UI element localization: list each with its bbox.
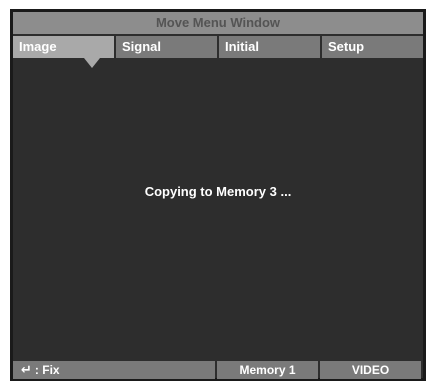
enter-return-icon: ↵ xyxy=(21,362,32,377)
source-indicator: VIDEO xyxy=(320,361,421,379)
menu-content-area: Copying to Memory 3 ... xyxy=(13,58,423,360)
tab-initial[interactable]: Initial xyxy=(219,36,320,58)
window-title: Move Menu Window xyxy=(13,12,423,34)
menu-tabs: Image Signal Initial Setup xyxy=(13,36,423,68)
fix-hint: ↵ : Fix xyxy=(13,361,215,379)
fix-label: : Fix xyxy=(34,363,60,377)
move-menu-window: Move Menu Window Image Signal Initial Se… xyxy=(10,9,426,381)
tab-label: Image xyxy=(19,39,57,54)
tab-label: Initial xyxy=(225,39,259,54)
tab-image[interactable]: Image xyxy=(13,36,114,68)
status-message: Copying to Memory 3 ... xyxy=(144,184,292,199)
tab-setup[interactable]: Setup xyxy=(322,36,423,58)
tab-label: Setup xyxy=(328,39,365,54)
memory-indicator: Memory 1 xyxy=(217,361,318,379)
status-bar: ↵ : Fix Memory 1 VIDEO xyxy=(13,361,423,379)
tab-signal[interactable]: Signal xyxy=(116,36,217,58)
tab-label: Signal xyxy=(122,39,162,54)
